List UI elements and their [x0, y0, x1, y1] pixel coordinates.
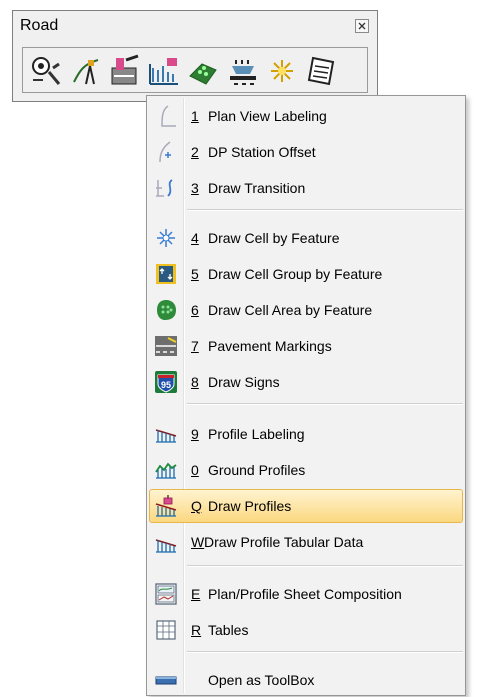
menu-item-draw-signs[interactable]: 95 8 Draw Signs — [149, 365, 463, 399]
menu-item-label: Profile Labeling — [208, 426, 305, 442]
menu-item-label: Tables — [208, 622, 249, 638]
menu-item-plan-view-labeling[interactable]: 1 Plan View Labeling — [149, 99, 463, 133]
menu-item-key: W — [191, 534, 205, 550]
menu-item-ground-profiles[interactable]: 0 Ground Profiles — [149, 453, 463, 487]
menu-item-key: 7 — [191, 338, 199, 354]
menu-item-key: R — [191, 622, 202, 638]
menu-item-label: Ground Profiles — [208, 462, 306, 478]
menu-item-key: Q — [191, 498, 202, 514]
cell-icon — [150, 222, 182, 254]
menu-item-label: Draw Profiles — [208, 498, 292, 514]
menu-item-label: Plan/Profile Sheet Composition — [208, 586, 402, 602]
sheet-composition-icon — [150, 578, 182, 610]
menu-item-open-as-toolbox[interactable]: Open as ToolBox — [149, 663, 463, 697]
menu-item-draw-cell-group-by-feature[interactable]: 5 Draw Cell Group by Feature — [149, 257, 463, 291]
menu-item-label: Draw Transition — [208, 180, 306, 196]
menu-item-draw-cell-area-by-feature[interactable]: 6 Draw Cell Area by Feature — [149, 293, 463, 327]
toolbar-title: Road — [20, 17, 59, 34]
alignment-icon[interactable] — [70, 54, 104, 88]
menu-item-label: Draw Cell Group by Feature — [208, 266, 383, 282]
tables-icon — [150, 614, 182, 646]
ground-profile-icon — [150, 454, 182, 486]
road-dropdown-menu: 1 Plan View Labeling 2 DP Station Offset… — [146, 95, 466, 696]
pavement-markings-icon — [150, 330, 182, 362]
menu-item-draw-profile-tabular-data[interactable]: W Draw Profile Tabular Data — [149, 525, 463, 559]
menu-item-label: Draw Cell by Feature — [208, 230, 340, 246]
station-offset-icon — [150, 136, 182, 168]
menu-item-plan-profile-sheet-composition[interactable]: E Plan/Profile Sheet Composition — [149, 577, 463, 611]
menu-item-label: Pavement Markings — [208, 338, 332, 354]
menu-item-label: Plan View Labeling — [208, 108, 327, 124]
menu-item-tables[interactable]: R Tables — [149, 613, 463, 647]
menu-item-label: Draw Cell Area by Feature — [208, 302, 373, 318]
plan-view-labeling-icon — [150, 100, 182, 132]
menu-item-label: DP Station Offset — [208, 144, 316, 160]
menu-item-label: Draw Profile Tabular Data — [204, 534, 364, 550]
pavement-icon[interactable] — [226, 54, 260, 88]
cell-group-icon — [150, 258, 182, 290]
menu-separator — [187, 403, 463, 405]
menu-separator — [187, 651, 463, 653]
sign-number: 95 — [161, 380, 171, 390]
menu-item-pavement-markings[interactable]: 7 Pavement Markings — [149, 329, 463, 363]
cell-area-icon[interactable] — [186, 54, 220, 88]
toolbar-icon-strip — [22, 47, 368, 93]
profile-tabular-icon — [150, 526, 182, 558]
menu-item-key: 4 — [191, 230, 199, 246]
menu-item-draw-cell-by-feature[interactable]: 4 Draw Cell by Feature — [149, 221, 463, 255]
menu-item-label: Open as ToolBox — [208, 672, 315, 688]
menu-item-draw-profiles[interactable]: Q Draw Profiles — [149, 489, 463, 523]
menu-item-dp-station-offset[interactable]: 2 DP Station Offset — [149, 135, 463, 169]
menu-item-draw-transition[interactable]: 3 Draw Transition — [149, 171, 463, 205]
toolbox-icon — [150, 664, 182, 696]
tables-icon[interactable] — [305, 54, 339, 88]
menu-item-key: 8 — [191, 374, 199, 390]
menu-separator — [187, 209, 463, 211]
cell-area-icon — [150, 294, 182, 326]
draw-profiles-icon — [150, 490, 182, 522]
transition-icon — [150, 172, 182, 204]
menu-item-key: 1 — [191, 108, 199, 124]
road-toolbar-window: Road — [12, 10, 378, 102]
menu-item-key: 5 — [191, 266, 199, 282]
menu-separator — [187, 565, 463, 567]
survey-icon[interactable] — [29, 54, 63, 88]
menu-item-key: 9 — [191, 426, 199, 442]
close-icon[interactable] — [355, 19, 369, 33]
station-icon[interactable] — [108, 54, 142, 88]
menu-item-key: 3 — [191, 180, 199, 196]
menu-item-key: 0 — [191, 462, 199, 478]
menu-item-key: E — [191, 586, 201, 602]
menu-item-key: 2 — [191, 144, 199, 160]
menu-item-label: Draw Signs — [208, 374, 280, 390]
cell-icon[interactable] — [265, 54, 299, 88]
profile-labeling-icon — [150, 418, 182, 450]
menu-item-profile-labeling[interactable]: 9 Profile Labeling — [149, 417, 463, 451]
interstate-sign-icon: 95 — [150, 366, 182, 398]
menu-item-key: 6 — [191, 302, 199, 318]
profile-icon[interactable] — [147, 54, 181, 88]
